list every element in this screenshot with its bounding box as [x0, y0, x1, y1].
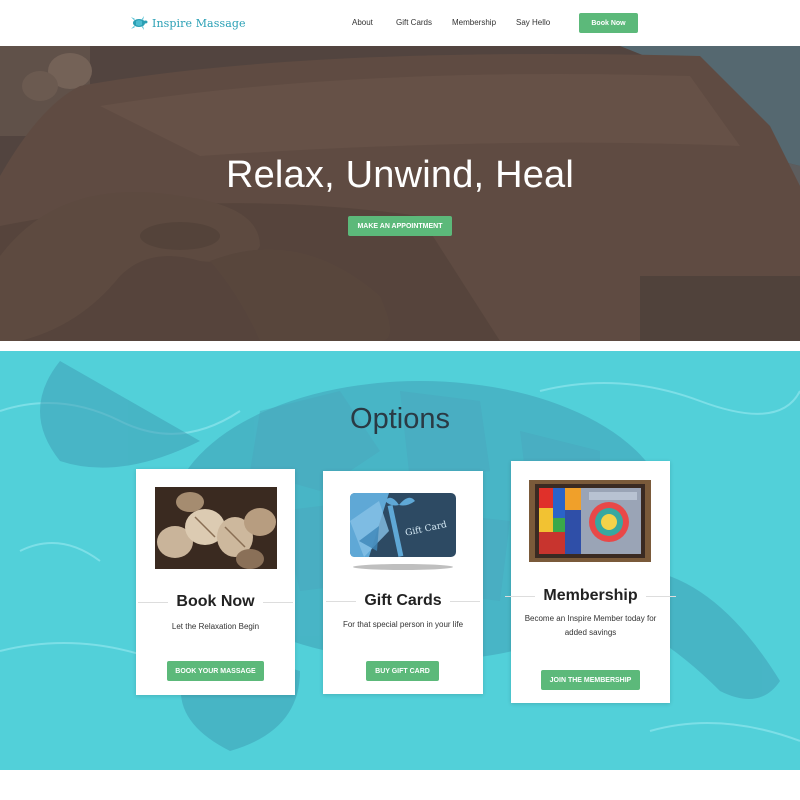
nav-gift-cards[interactable]: Gift Cards	[396, 18, 432, 27]
card-title: Membership	[543, 587, 638, 604]
section-divider	[0, 341, 800, 351]
logo[interactable]: Inspire Massage	[130, 14, 246, 32]
option-card-book-now: Book Now Let the Relaxation Begin BOOK Y…	[136, 469, 295, 695]
join-membership-button[interactable]: JOIN THE MEMBERSHIP	[541, 670, 640, 690]
footer-band	[0, 770, 800, 800]
make-appointment-button[interactable]: MAKE AN APPOINTMENT	[348, 216, 452, 236]
nav-about[interactable]: About	[352, 18, 373, 27]
book-your-massage-button[interactable]: BOOK YOUR MASSAGE	[167, 661, 264, 681]
gift-card-graphic: Gift Card	[350, 493, 456, 570]
nav-membership[interactable]: Membership	[452, 18, 496, 27]
card-description: Become an Inspire Member today for added…	[524, 614, 657, 637]
logo-text: Inspire Massage	[152, 16, 246, 30]
card-description: For that special person in your life	[342, 620, 464, 629]
card-title: Gift Cards	[364, 592, 442, 609]
stained-glass-photo	[529, 480, 651, 562]
card-title: Book Now	[176, 593, 255, 610]
firewood-logs-photo	[155, 487, 277, 569]
book-now-button[interactable]: Book Now	[579, 13, 638, 33]
options-section: Options Book Now Let the Relaxation Begi…	[0, 351, 800, 770]
hero-section: Relax, Unwind, Heal MAKE AN APPOINTMENT	[0, 46, 800, 341]
nav-say-hello[interactable]: Say Hello	[516, 18, 550, 27]
buy-gift-card-button[interactable]: BUY GIFT CARD	[366, 661, 439, 681]
turtle-logo-icon	[131, 16, 148, 30]
card-description: Let the Relaxation Begin	[171, 622, 260, 631]
hero-title: Relax, Unwind, Heal	[225, 154, 575, 196]
site-header: Inspire Massage About Gift Cards Members…	[0, 0, 800, 46]
option-card-membership: Membership Become an Inspire Member toda…	[505, 461, 676, 703]
option-card-gift-cards: Gift Card Gift Cards For that special pe…	[323, 471, 483, 694]
options-title: Options	[350, 403, 450, 435]
